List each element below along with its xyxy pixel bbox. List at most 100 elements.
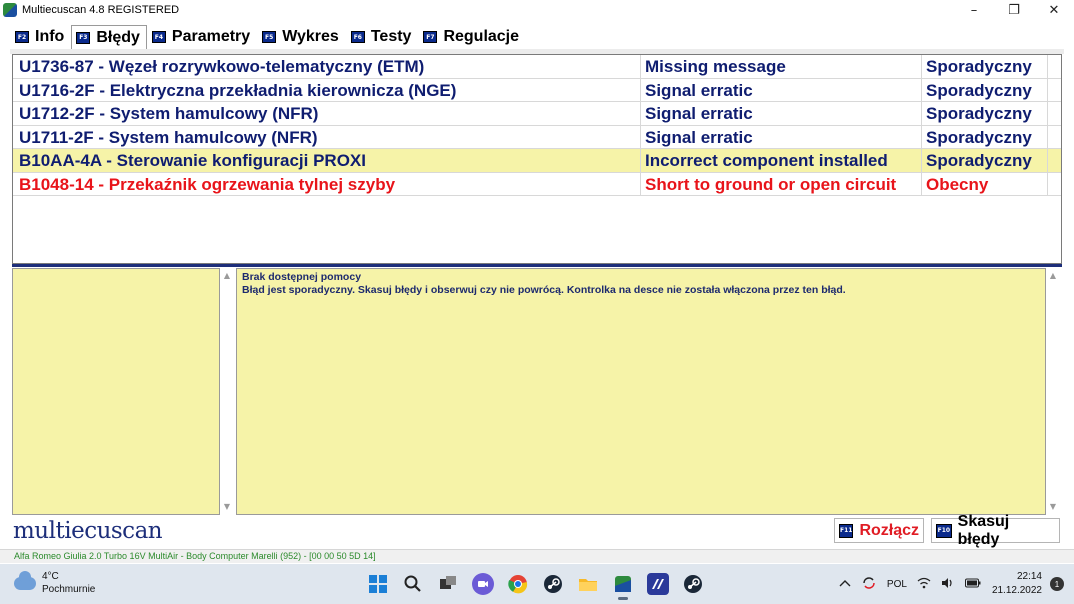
dtc-row[interactable]: U1712-2F - System hamulcowy (NFR) Signal… [13, 102, 1061, 126]
clock[interactable]: 22:14 21.12.2022 [992, 570, 1042, 598]
title-bar: Multiecuscan 4.8 REGISTERED – ❐ ✕ [0, 0, 1074, 20]
scroll-up-icon[interactable]: ▲ [220, 270, 234, 282]
right-scrollbar[interactable]: ▲ ▼ [1046, 268, 1060, 515]
f10-key-icon: F10 [936, 523, 952, 538]
dtc-status: Sporadyczny [922, 102, 1048, 126]
battery-icon[interactable] [964, 578, 981, 591]
restore-button[interactable]: ❐ [994, 0, 1034, 20]
chrome-icon[interactable] [507, 573, 529, 595]
sync-icon[interactable] [861, 575, 877, 594]
f11-key-icon: F11 [839, 523, 854, 538]
windows-start-icon[interactable] [367, 573, 389, 595]
notification-badge[interactable]: 1 [1050, 577, 1064, 591]
dtc-extra-cell [1048, 173, 1061, 197]
dtc-row[interactable]: U1736-87 - Węzeł rozrywkowo-telematyczny… [13, 55, 1061, 79]
dtc-code: U1736-87 - Węzeł rozrywkowo-telematyczny… [13, 55, 641, 79]
tab-label: Info [35, 28, 65, 45]
dtc-code: U1716-2F - Elektryczna przekładnia kiero… [13, 78, 641, 102]
minimize-button[interactable]: – [954, 0, 994, 20]
dtc-description: Missing message [641, 55, 922, 79]
dtc-code: B1048-14 - Przekaźnik ogrzewania tylnej … [13, 172, 641, 196]
steam-icon[interactable] [542, 573, 564, 595]
multiecuscan-icon[interactable] [612, 573, 634, 600]
tab-label: Parametry [171, 28, 251, 45]
system-tray: POL 22:14 21.12.2022 1 [834, 568, 1064, 600]
steam-icon[interactable] [682, 573, 704, 595]
multiecuscan-logo: multiecuscan [13, 518, 163, 544]
dtc-row[interactable]: B1048-14 - Przekaźnik ogrzewania tylnej … [13, 172, 1061, 197]
tab-label: Testy [370, 28, 412, 45]
scroll-down-icon[interactable]: ▼ [220, 501, 234, 513]
clock-time: 22:14 [1016, 571, 1042, 582]
search-icon[interactable] [402, 573, 424, 595]
dtc-row-selected[interactable]: B10AA-4A - Sterowanie konfiguracji PROXI… [13, 149, 1061, 173]
tab-label: Regulacje [443, 28, 520, 45]
dtc-description: Signal erratic [641, 78, 922, 102]
dtc-row[interactable]: U1711-2F - System hamulcowy (NFR) Signal… [13, 125, 1061, 150]
chat-icon[interactable] [471, 573, 494, 595]
dtc-row[interactable]: U1716-2F - Elektryczna przekładnia kiero… [13, 78, 1061, 103]
scroll-down-icon[interactable]: ▼ [1046, 501, 1060, 513]
clear-errors-label: Skasuj błędy [957, 512, 1010, 548]
volume-icon[interactable] [941, 577, 955, 592]
multiecuscan-app-icon [3, 3, 17, 17]
dtc-status: Sporadyczny [922, 55, 1048, 79]
tab-bar: F2 Info F3 Błędy F4 Parametry F5 Wykres … [10, 25, 526, 49]
dtc-description: Signal erratic [641, 125, 922, 149]
help-title: Brak dostępnej pomocy [242, 271, 362, 283]
tab-testy[interactable]: F6 Testy [346, 25, 419, 49]
wifi-icon[interactable] [917, 577, 931, 592]
close-button[interactable]: ✕ [1034, 0, 1074, 20]
weather-condition: Pochmurnie [42, 584, 96, 595]
help-list-panel[interactable] [12, 268, 220, 515]
tab-bledy[interactable]: F3 Błędy [71, 25, 147, 49]
panel-separator[interactable] [12, 264, 1062, 267]
windows-taskbar: 4°C Pochmurnie POL 22:14 21.12.2022 1 [0, 564, 1074, 604]
f3-key-icon: F3 [76, 31, 91, 44]
dtc-extra-cell [1048, 102, 1061, 126]
dtc-status: Sporadyczny [922, 78, 1048, 102]
dtc-extra-cell [1048, 126, 1061, 150]
dtc-description: Incorrect component installed [641, 149, 922, 173]
tab-regulacje[interactable]: F7 Regulacje [418, 25, 526, 49]
cloud-icon [14, 570, 36, 590]
dtc-status: Sporadyczny [922, 149, 1048, 173]
dtc-status: Obecny [922, 172, 1048, 196]
disconnect-label: Rozłącz [859, 521, 920, 539]
disconnect-button[interactable]: F11 Rozłącz [834, 518, 924, 543]
tab-label: Wykres [282, 28, 339, 45]
dtc-extra-cell [1048, 79, 1061, 103]
taskbar-apps [360, 570, 710, 600]
file-explorer-icon[interactable] [577, 573, 599, 595]
f4-key-icon: F4 [151, 31, 166, 43]
f7-key-icon: F7 [423, 31, 438, 43]
f6-key-icon: F6 [350, 31, 365, 43]
f2-key-icon: F2 [15, 31, 29, 43]
status-bar: Alfa Romeo Giulia 2.0 Turbo 16V MultiAir… [0, 549, 1074, 563]
dtc-description: Short to ground or open circuit [641, 172, 922, 196]
tab-parametry[interactable]: F4 Parametry [147, 25, 257, 49]
tab-wykres[interactable]: F5 Wykres [257, 25, 346, 49]
dtc-extra-cell [1048, 55, 1061, 79]
dtc-status: Sporadyczny [922, 125, 1048, 149]
tab-info[interactable]: F2 Info [10, 25, 71, 49]
dtc-code: U1711-2F - System hamulcowy (NFR) [13, 125, 641, 149]
window-controls: – ❐ ✕ [954, 0, 1074, 20]
task-view-icon[interactable] [437, 573, 459, 595]
dtc-table: U1736-87 - Węzeł rozrywkowo-telematyczny… [12, 54, 1062, 264]
f5-key-icon: F5 [262, 31, 277, 43]
dtc-extra-cell [1048, 149, 1061, 173]
scroll-up-icon[interactable]: ▲ [1046, 270, 1060, 282]
weather-widget[interactable]: 4°C Pochmurnie [14, 570, 95, 596]
chevron-up-icon[interactable] [839, 579, 851, 590]
clear-errors-button[interactable]: F10 Skasuj błędy [931, 513, 1060, 548]
help-description: Błąd jest sporadyczny. Skasuj błędy i ob… [242, 284, 846, 296]
app-icon[interactable] [646, 573, 669, 595]
left-scrollbar[interactable]: ▲ ▼ [220, 268, 234, 515]
language-indicator[interactable]: POL [887, 579, 907, 590]
dtc-code: B10AA-4A - Sterowanie konfiguracji PROXI [13, 149, 641, 173]
window-title: Multiecuscan 4.8 REGISTERED [22, 4, 180, 16]
dtc-description: Signal erratic [641, 102, 922, 126]
help-text-panel[interactable]: Brak dostępnej pomocy Błąd jest sporadyc… [236, 268, 1046, 515]
weather-temperature: 4°C [42, 571, 59, 582]
